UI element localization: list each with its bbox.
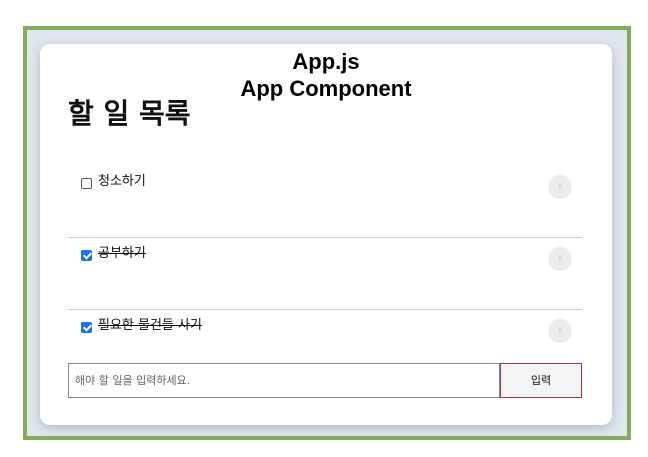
delete-button[interactable]: x — [548, 319, 572, 343]
todo-checkbox[interactable] — [81, 322, 92, 333]
todo-checkbox[interactable] — [81, 178, 92, 189]
todo-item: 공부하기 x — [68, 238, 582, 310]
todo-text: 공부하기 — [98, 246, 146, 261]
app-frame: App.js App Component 할 일 목록 청소하기 x 공부하기 … — [23, 26, 631, 440]
todo-input-row: 입력 — [68, 363, 582, 398]
delete-button[interactable]: x — [548, 247, 572, 271]
todo-card: App.js App Component 할 일 목록 청소하기 x 공부하기 … — [40, 44, 612, 425]
todo-text: 청소하기 — [98, 174, 146, 189]
todo-checkbox[interactable] — [81, 250, 92, 261]
annotation-file-label: App.js — [292, 49, 360, 74]
todo-input[interactable] — [68, 363, 500, 398]
submit-button[interactable]: 입력 — [500, 363, 582, 398]
todo-item: 청소하기 x — [68, 166, 582, 238]
todo-text: 필요한 물건들 사기 — [98, 318, 202, 333]
todo-list: 청소하기 x 공부하기 x 필요한 물건들 사기 x — [68, 166, 582, 381]
page-title: 할 일 목록 — [68, 97, 191, 130]
delete-button[interactable]: x — [548, 175, 572, 199]
